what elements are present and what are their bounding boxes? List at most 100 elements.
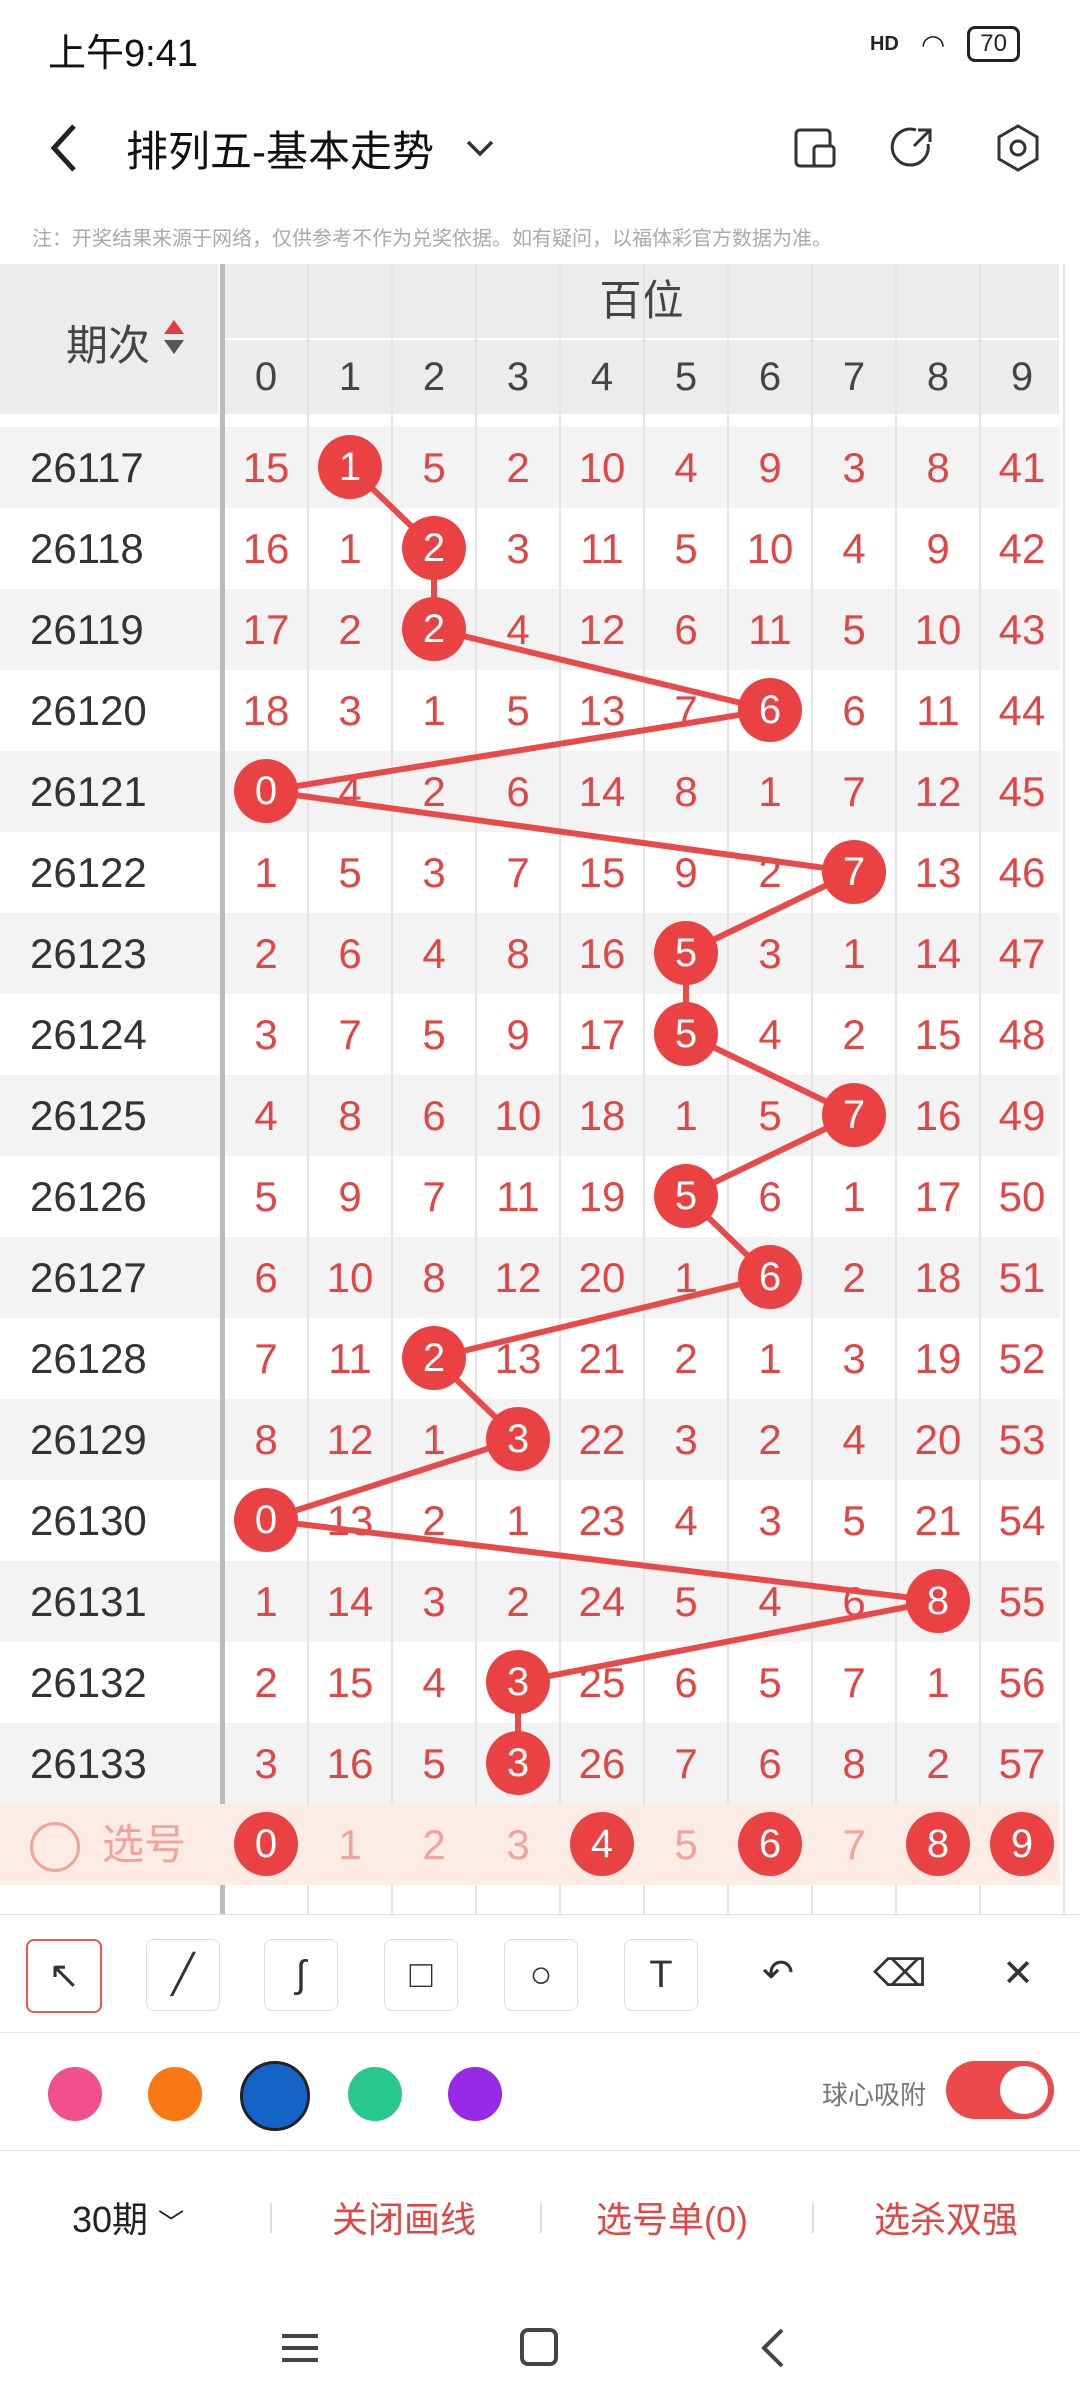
winning-ball[interactable]: 0 xyxy=(234,759,298,823)
miss-count-cell: 45 xyxy=(998,768,1046,815)
winning-ball[interactable]: 6 xyxy=(738,678,802,742)
circle-tool-icon[interactable]: ○ xyxy=(504,1939,578,2011)
miss-count-cell: 23 xyxy=(578,1497,626,1544)
winning-ball[interactable]: 1 xyxy=(318,435,382,499)
selection-list-button[interactable]: 选号单(0) xyxy=(596,2191,748,2243)
winning-ball[interactable]: 5 xyxy=(654,921,718,985)
winning-ball[interactable]: 6 xyxy=(738,1245,802,1309)
miss-count-cell: 6 xyxy=(842,1578,866,1625)
miss-count-cell: 46 xyxy=(998,849,1046,896)
select-ball-active[interactable]: 8 xyxy=(906,1812,970,1876)
winning-ball[interactable]: 5 xyxy=(654,1164,718,1228)
miss-count-cell: 47 xyxy=(998,930,1046,977)
miss-count-cell: 22 xyxy=(578,1416,626,1463)
select-ball-active[interactable]: 4 xyxy=(570,1812,634,1876)
miss-count-cell: 2 xyxy=(758,1416,782,1463)
miss-count-cell: 7 xyxy=(674,687,698,734)
winning-ball[interactable]: 3 xyxy=(486,1650,550,1714)
table-row: 26118 16 1 3 11 5 10 4 9 42 xyxy=(0,508,1060,589)
winning-ball[interactable]: 5 xyxy=(654,1002,718,1066)
period-count-dropdown[interactable]: 30期 ﹀ xyxy=(72,2191,184,2243)
winning-ball[interactable]: 7 xyxy=(822,840,886,904)
close-lines-button[interactable]: 关闭画线 xyxy=(332,2191,476,2243)
select-number[interactable]: 3 xyxy=(476,1804,560,1885)
period-cell: 26130 xyxy=(30,1497,147,1544)
winning-ball[interactable]: 0 xyxy=(234,1488,298,1552)
miss-count-cell: 56 xyxy=(998,1659,1046,1706)
select-number[interactable]: 5 xyxy=(644,1804,728,1885)
select-ball-active[interactable]: 0 xyxy=(234,1812,298,1876)
winning-ball[interactable]: 3 xyxy=(486,1731,550,1795)
clear-tool-icon[interactable]: ✕ xyxy=(982,1939,1054,2009)
select-number[interactable]: 7 xyxy=(812,1804,896,1885)
curve-tool-icon[interactable]: ∫ xyxy=(264,1939,338,2011)
pointer-tool-icon[interactable]: ↖ xyxy=(26,1939,102,2013)
select-number[interactable]: 2 xyxy=(392,1804,476,1885)
miss-count-cell: 5 xyxy=(842,606,866,653)
undo-tool-icon[interactable]: ↶ xyxy=(742,1939,814,2009)
page-title[interactable]: 排列五-基本走势 xyxy=(126,118,434,179)
miss-count-cell: 9 xyxy=(338,1173,362,1220)
color-swatch[interactable] xyxy=(348,2067,402,2121)
winning-ball[interactable]: 8 xyxy=(906,1569,970,1633)
column-divider xyxy=(979,264,981,1914)
select-ball-active[interactable]: 6 xyxy=(738,1812,802,1876)
miss-count-cell: 4 xyxy=(758,1011,782,1058)
select-number[interactable]: 1 xyxy=(308,1804,392,1885)
table-row: 26130 13 2 1 23 4 3 5 21 54 xyxy=(0,1480,1060,1561)
home-icon[interactable] xyxy=(520,2328,558,2366)
text-tool-icon[interactable]: T xyxy=(624,1939,698,2011)
miss-count-cell: 11 xyxy=(916,687,960,734)
trend-table[interactable]: 期次 百位 0123456789 26117 15 5 2 10 4 9 3 8 41 26118 1… xyxy=(0,264,1080,1914)
color-swatch[interactable] xyxy=(240,2061,310,2131)
layout-icon[interactable] xyxy=(788,120,844,176)
chevron-down-icon[interactable] xyxy=(460,128,500,168)
color-swatch[interactable] xyxy=(48,2067,102,2121)
kill-strong-button[interactable]: 选杀双强 xyxy=(874,2191,1018,2243)
period-header[interactable]: 期次 xyxy=(0,264,218,414)
winning-ball[interactable]: 3 xyxy=(486,1407,550,1471)
table-row: 26128 7 11 13 21 2 1 3 19 52 xyxy=(0,1318,1060,1399)
period-cell: 26133 xyxy=(30,1740,147,1787)
color-swatch[interactable] xyxy=(448,2067,502,2121)
menu-icon[interactable] xyxy=(282,2334,318,2362)
signal-icon: HD xyxy=(869,32,899,55)
miss-count-cell: 1 xyxy=(674,1254,698,1301)
miss-count-cell: 14 xyxy=(914,930,962,977)
select-row[interactable]: 选号 0123456789 xyxy=(0,1804,1060,1885)
settings-icon[interactable] xyxy=(990,120,1046,176)
miss-count-cell: 5 xyxy=(506,687,530,734)
miss-count-cell: 4 xyxy=(842,1416,866,1463)
color-swatch[interactable] xyxy=(148,2067,202,2121)
period-cell: 26123 xyxy=(30,930,147,977)
miss-count-cell: 2 xyxy=(254,930,278,977)
table-row: 26119 17 2 4 12 6 11 5 10 43 xyxy=(0,589,1060,670)
toggle-knob xyxy=(1000,2066,1048,2114)
table-row: 26125 4 8 6 10 18 1 5 16 49 xyxy=(0,1075,1060,1156)
rect-tool-icon[interactable]: □ xyxy=(384,1939,458,2011)
winning-ball[interactable]: 2 xyxy=(402,1326,466,1390)
eraser-tool-icon[interactable]: ⌫ xyxy=(864,1939,936,2009)
miss-count-cell: 54 xyxy=(998,1497,1046,1544)
snap-toggle[interactable] xyxy=(946,2061,1054,2119)
select-ball-active[interactable]: 9 xyxy=(990,1812,1054,1876)
color-palette: 球心吸附 xyxy=(0,2032,1080,2149)
winning-ball[interactable]: 2 xyxy=(402,597,466,661)
back-arrow-icon[interactable] xyxy=(40,118,90,178)
miss-count-cell: 8 xyxy=(842,1740,866,1787)
column-divider xyxy=(475,264,477,1914)
back-icon[interactable] xyxy=(761,2328,784,2368)
winning-ball[interactable]: 7 xyxy=(822,1083,886,1147)
period-cell: 26120 xyxy=(30,687,147,734)
drawing-toolbar: ↖ ╱ ∫ □ ○ T ↶ ⌫ ✕ xyxy=(0,1914,1080,2031)
column-divider xyxy=(559,264,561,1914)
select-circle-icon[interactable] xyxy=(30,1822,80,1872)
miss-count-cell: 13 xyxy=(494,1335,542,1382)
period-cell: 26119 xyxy=(30,606,144,653)
miss-count-cell: 2 xyxy=(506,1578,530,1625)
system-nav-bar xyxy=(282,2328,784,2368)
line-tool-icon[interactable]: ╱ xyxy=(146,1939,220,2011)
miss-count-cell: 1 xyxy=(758,1335,782,1382)
share-icon[interactable] xyxy=(884,120,940,176)
winning-ball[interactable]: 2 xyxy=(402,516,466,580)
